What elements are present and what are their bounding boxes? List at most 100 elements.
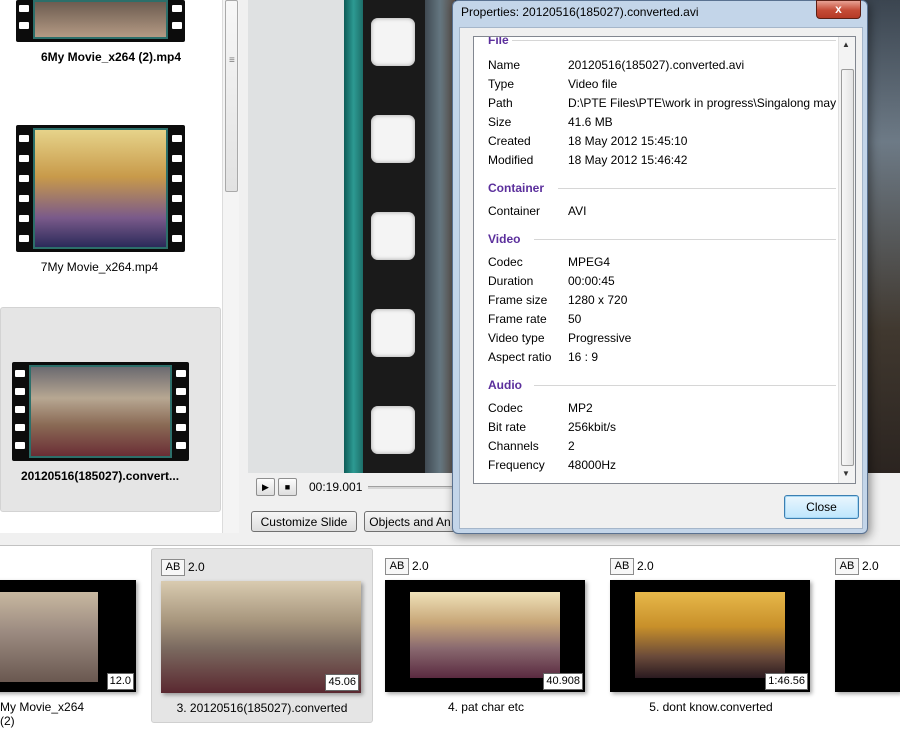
timeline-slider[interactable] [368, 486, 458, 489]
slide-frame: 1:46.56 [610, 580, 810, 692]
slide-card[interactable]: AB 2.0 [826, 548, 900, 721]
file-name[interactable]: 7My Movie_x264.mp4 [0, 260, 199, 274]
property-value: 16 : 9 [568, 350, 599, 364]
slide-card[interactable]: AB 2.0 45.06 3. 20120516(185027).convert… [151, 548, 373, 723]
objects-and-animation-button[interactable]: Objects and An [364, 511, 456, 532]
scroll-down-icon[interactable]: ▼ [842, 469, 850, 478]
slide-card[interactable]: AB 2.0 1:46.56 5. dont know.converted [601, 548, 821, 721]
property-value: 48000Hz [568, 458, 617, 472]
divider [534, 385, 836, 386]
slide-frame [835, 580, 900, 692]
property-value: Progressive [568, 331, 632, 345]
property-label: Bit rate [488, 420, 527, 434]
transition-ab-icon[interactable]: AB [385, 558, 409, 575]
thumbnail-image [33, 0, 168, 39]
film-perforation [172, 135, 182, 142]
preview-margin [248, 0, 344, 473]
property-value: 20120516(185027).converted.avi [568, 58, 745, 72]
slide-time: 12.0 [106, 673, 134, 690]
video-thumbnail[interactable] [16, 0, 185, 42]
stop-button[interactable]: ■ [278, 478, 297, 496]
property-value: 1280 x 720 [568, 293, 628, 307]
film-perforation [15, 406, 25, 413]
slide-image [410, 592, 560, 678]
film-perforation [15, 442, 25, 449]
film-perforation [19, 195, 29, 202]
property-label: Frequency [488, 458, 545, 472]
film-perforation [19, 5, 29, 12]
property-value: MP2 [568, 401, 593, 415]
divider [534, 239, 836, 240]
property-label: Frame size [488, 293, 548, 307]
slide-name: 5. dont know.converted [649, 700, 773, 714]
play-button[interactable]: ▶ [256, 478, 275, 496]
transition-ab-icon[interactable]: AB [835, 558, 859, 575]
property-label: Name [488, 58, 521, 72]
file-browser: 6My Movie_x264 (2).mp4 7My Movie_x264.mp… [0, 0, 239, 533]
film-edge [344, 0, 363, 473]
file-browser-scrollbar[interactable]: ≡ [222, 0, 239, 533]
grip-icon: ≡ [229, 55, 235, 66]
property-label: Size [488, 115, 512, 129]
section-heading-audio: Audio [488, 378, 522, 392]
slide-time: 1:46.56 [765, 673, 808, 690]
slide-name: 4. pat char etc [447, 700, 525, 714]
transition-duration: 2.0 [637, 559, 654, 573]
scrollbar-thumb[interactable]: ≡ [225, 0, 238, 192]
film-perforation [172, 195, 182, 202]
preview-image [425, 0, 455, 473]
property-value: 18 May 2012 15:46:42 [568, 153, 688, 167]
property-value: 50 [568, 312, 582, 326]
video-thumbnail[interactable] [16, 125, 185, 252]
property-label: Channels [488, 439, 539, 453]
film-hole [371, 309, 415, 357]
film-perforation [176, 406, 186, 413]
film-perforation [176, 370, 186, 377]
transition-duration: 2.0 [862, 559, 879, 573]
film-strip [363, 0, 425, 473]
property-label: Frame rate [488, 312, 547, 326]
close-icon[interactable]: x [816, 0, 861, 19]
time-readout: 00:19.001 [309, 480, 363, 494]
property-label: Container [488, 204, 541, 218]
property-label: Codec [488, 255, 523, 269]
video-thumbnail[interactable] [12, 362, 189, 461]
divider [558, 188, 836, 189]
slide-image [0, 592, 98, 682]
scrollbar-thumb[interactable] [841, 69, 854, 466]
property-value: 18 May 2012 15:45:10 [568, 134, 688, 148]
slide-card[interactable]: AB 2.0 40.908 4. pat char etc [376, 548, 596, 721]
scroll-up-icon[interactable]: ▲ [842, 40, 850, 49]
film-perforation [19, 175, 29, 182]
film-perforation [15, 388, 25, 395]
film-perforation [19, 235, 29, 242]
slide-time: 40.908 [543, 673, 583, 690]
properties-scrollbar[interactable]: ▲ ▼ [838, 37, 855, 483]
film-perforation [172, 215, 182, 222]
film-perforation [172, 5, 182, 12]
property-value: 2 [568, 439, 575, 453]
transition-ab-icon[interactable]: AB [161, 559, 185, 576]
slide-card[interactable]: 12.0 My Movie_x264 (2) [0, 548, 150, 728]
play-icon: ▶ [262, 482, 269, 492]
section-heading-container: Container [488, 181, 545, 195]
property-value: 00:00:45 [568, 274, 615, 288]
property-value: 256kbit/s [568, 420, 617, 434]
film-perforation [15, 424, 25, 431]
film-perforation [19, 155, 29, 162]
section-heading-file: File [488, 36, 509, 47]
slide-list: 12.0 My Movie_x264 (2) AB 2.0 45.06 3. 2… [0, 545, 900, 744]
close-button[interactable]: Close [784, 495, 859, 519]
section-heading-video: Video [488, 232, 521, 246]
property-value: 41.6 MB [568, 115, 613, 129]
player-controls: ▶ ■ 00:19.001 [248, 474, 458, 500]
property-label: Aspect ratio [488, 350, 552, 364]
divider [512, 40, 836, 41]
file-name[interactable]: 20120516(185027).convert... [0, 469, 200, 483]
film-perforation [172, 155, 182, 162]
file-name[interactable]: 6My Movie_x264 (2).mp4 [0, 50, 222, 64]
film-perforation [19, 22, 29, 29]
customize-slide-button[interactable]: Customize Slide [251, 511, 357, 532]
transition-ab-icon[interactable]: AB [610, 558, 634, 575]
film-perforation [15, 370, 25, 377]
